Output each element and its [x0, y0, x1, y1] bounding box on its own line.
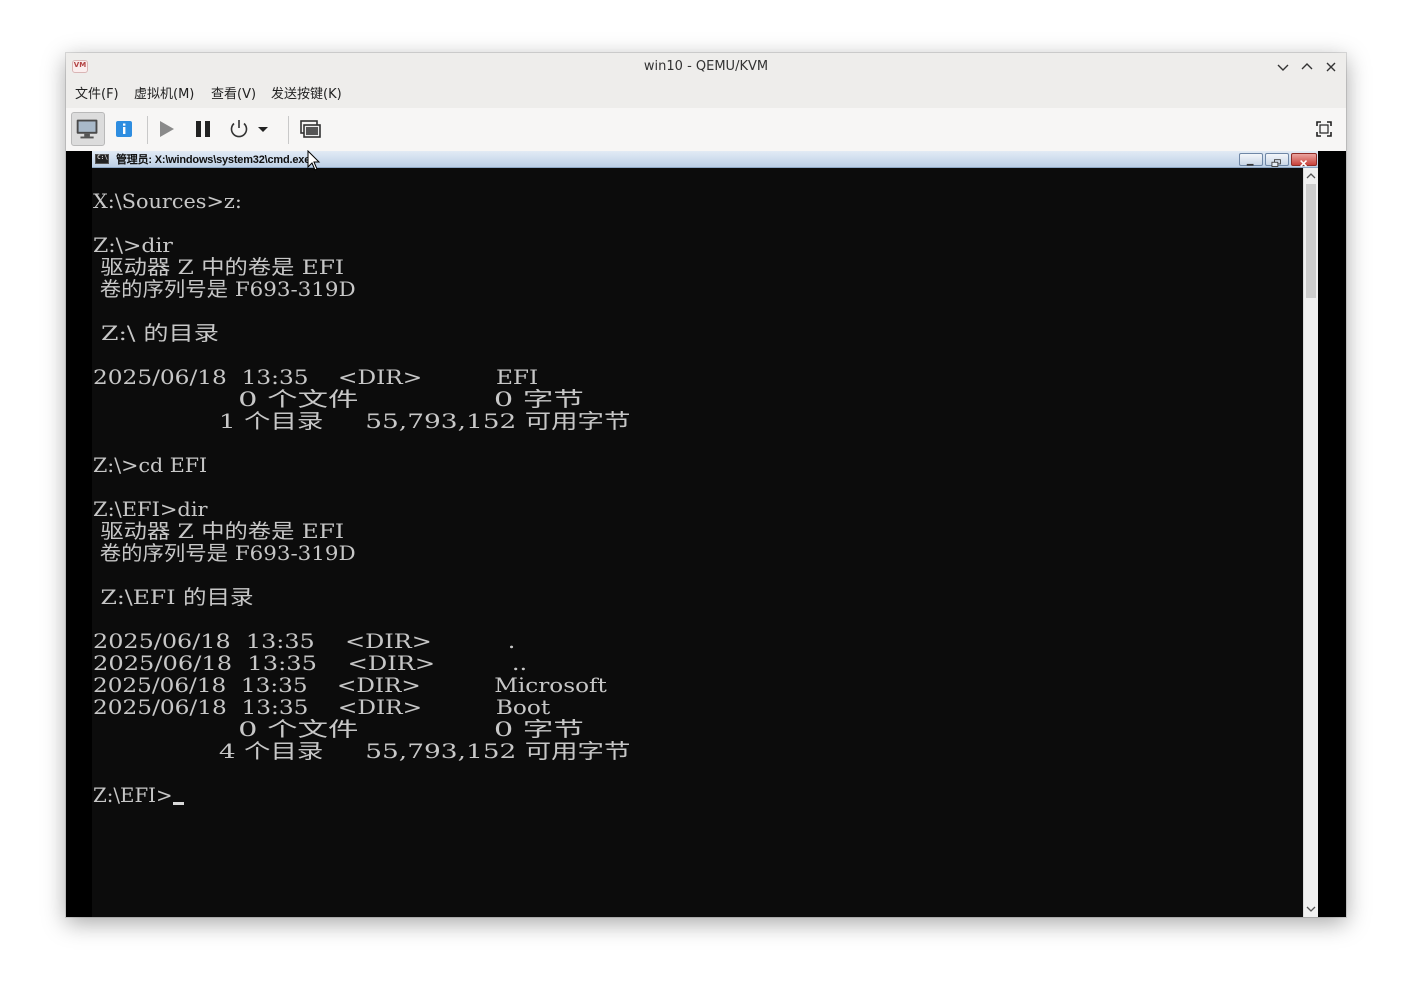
menu-bar: 文件(F) 虚拟机(M) 查看(V) 发送按键(K)	[66, 81, 1346, 108]
cmd-title-bar[interactable]: C:\ 管理员: X:\windows\system32\cmd.exe	[92, 151, 1318, 168]
cmd-icon: C:\	[95, 154, 109, 164]
scroll-down-icon[interactable]	[1305, 903, 1317, 915]
shutdown-button[interactable]	[222, 112, 256, 146]
maximize-icon[interactable]	[1297, 57, 1317, 77]
scroll-up-icon[interactable]	[1305, 170, 1317, 182]
console-line: 2025/06/18 13:35 <DIR> .	[93, 629, 516, 653]
console-line: 驱动器 Z 中的卷是 EFI	[93, 519, 345, 543]
console-line: Z:\ 的目录	[93, 321, 219, 345]
console-line: 2025/06/18 13:35 <DIR> ..	[93, 651, 528, 675]
console-line: Z:\EFI 的目录	[93, 585, 254, 609]
close-icon[interactable]	[1321, 57, 1341, 77]
console-line: 驱动器 Z 中的卷是 EFI	[93, 255, 345, 279]
snapshots-icon	[300, 120, 321, 138]
menu-file[interactable]: 文件(F)	[71, 81, 123, 108]
console-line: 1 个目录 55,793,152 可用字节	[93, 409, 631, 433]
minimize-icon[interactable]	[1273, 57, 1293, 77]
window-title: win10 - QEMU/KVM	[643, 59, 769, 74]
info-icon	[116, 121, 132, 137]
scrollbar-thumb[interactable]	[1306, 184, 1316, 298]
monitor-icon	[76, 119, 98, 139]
title-bar[interactable]: VM win10 - QEMU/KVM	[66, 53, 1346, 81]
mouse-pointer-icon	[307, 150, 321, 171]
cmd-close-button[interactable]	[1291, 153, 1317, 168]
console-line: 4 个目录 55,793,152 可用字节	[93, 739, 631, 763]
toolbar-separator	[288, 116, 289, 144]
fullscreen-icon	[1316, 121, 1332, 137]
console-line: 2025/06/18 13:35 <DIR> Microsoft	[93, 673, 607, 697]
guest-display[interactable]: C:\ 管理员: X:\windows\system32\cmd.exe X:\…	[66, 151, 1346, 917]
menu-vm[interactable]: 虚拟机(M)	[130, 81, 198, 108]
power-icon	[230, 120, 248, 138]
console-line: X:\Sources>z:	[93, 189, 242, 213]
console-output[interactable]: X:\Sources>z: Z:\>dir 驱动器 Z 中的卷是 EFI 卷的序列…	[93, 168, 1302, 917]
menu-send-key[interactable]: 发送按键(K)	[267, 81, 346, 108]
cmd-minimize-button[interactable]	[1239, 153, 1263, 166]
console-line: 2025/06/18 13:35 <DIR> EFI	[93, 365, 539, 389]
cmd-window[interactable]: C:\ 管理员: X:\windows\system32\cmd.exe X:\…	[92, 151, 1318, 917]
snapshots-button[interactable]	[293, 112, 327, 146]
toolbar-separator	[147, 116, 148, 144]
console-line: Z:\EFI>dir	[93, 497, 208, 521]
pause-icon	[196, 121, 210, 137]
console-line: Z:\>cd EFI	[93, 453, 208, 477]
console-line: 0 个文件 0 字节	[93, 387, 584, 411]
console-scrollbar[interactable]	[1303, 168, 1318, 917]
text-cursor	[173, 802, 184, 805]
console-line: 卷的序列号是 F693-319D	[93, 541, 356, 565]
fullscreen-button[interactable]	[1307, 112, 1341, 146]
caret-down-icon	[258, 127, 268, 132]
pause-button[interactable]	[186, 112, 220, 146]
details-button[interactable]	[107, 112, 141, 146]
shutdown-menu-button[interactable]	[254, 112, 272, 146]
console-line: 0 个文件 0 字节	[93, 717, 584, 741]
play-icon	[160, 121, 174, 137]
qemu-window: VM win10 - QEMU/KVM 文件(F) 虚拟机(M) 查看(V) 发…	[66, 53, 1346, 917]
run-button[interactable]	[150, 112, 184, 146]
console-line: Z:\EFI>	[93, 783, 173, 807]
cmd-restore-button[interactable]	[1265, 153, 1289, 167]
console-line: Z:\>dir	[93, 233, 173, 257]
console-line: 卷的序列号是 F693-319D	[93, 277, 356, 301]
menu-view[interactable]: 查看(V)	[207, 81, 260, 108]
cmd-title: 管理员: X:\windows\system32\cmd.exe	[116, 154, 311, 166]
toolbar	[66, 108, 1346, 151]
console-button[interactable]	[71, 112, 105, 146]
console-line: 2025/06/18 13:35 <DIR> Boot	[93, 695, 551, 719]
